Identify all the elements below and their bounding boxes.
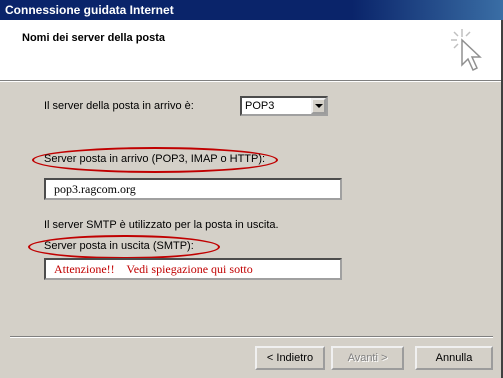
wizard-header: Nomi dei server della posta xyxy=(0,20,503,81)
cancel-button[interactable]: Annulla xyxy=(415,346,493,370)
smtp-info-text: Il server SMTP è utilizzato per la posta… xyxy=(44,219,279,231)
footer-divider xyxy=(10,336,493,338)
chevron-down-icon[interactable] xyxy=(311,98,326,114)
header-divider xyxy=(0,81,503,82)
next-button[interactable]: Avanti > xyxy=(331,346,404,370)
outgoing-server-label: Server posta in uscita (SMTP): xyxy=(44,240,194,252)
back-button[interactable]: < Indietro xyxy=(255,346,325,370)
incoming-server-label: Server posta in arrivo (POP3, IMAP o HTT… xyxy=(44,153,266,165)
incoming-type-label: Il server della posta in arrivo è: xyxy=(44,100,194,112)
incoming-type-value: POP3 xyxy=(245,100,275,112)
wizard-star-cursor-icon xyxy=(451,29,482,72)
window-title: Connessione guidata Internet xyxy=(5,3,174,17)
outgoing-server-input[interactable]: Attenzione!! Vedi spiegazione qui sotto xyxy=(44,258,342,280)
title-bar: Connessione guidata Internet xyxy=(0,0,503,20)
page-title: Nomi dei server della posta xyxy=(22,32,166,44)
incoming-type-select[interactable]: POP3 xyxy=(240,96,328,116)
incoming-server-input[interactable]: pop3.ragcom.org xyxy=(44,178,342,200)
